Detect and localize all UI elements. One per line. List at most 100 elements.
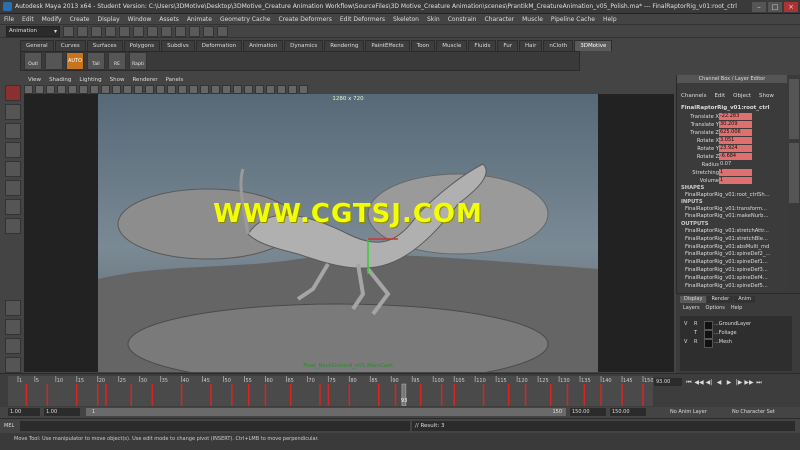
channel-menu-channels[interactable]: Channels [677, 93, 710, 99]
lights-icon[interactable] [189, 84, 198, 94]
channel-menu-object[interactable]: Object [729, 93, 755, 99]
output-node[interactable]: FinalRaptorRig_v01:spineDef3... [685, 267, 768, 273]
output-node[interactable]: FinalRaptorRig_v01:stretchBle... [685, 236, 768, 242]
shelf-tab-3dmotive[interactable]: 3DMotive [574, 40, 613, 51]
menu-assets[interactable]: Assets [155, 16, 183, 23]
command-input[interactable] [20, 421, 410, 431]
channel-attr-value[interactable]: 0.07 [719, 161, 752, 168]
hud-icon[interactable] [244, 84, 253, 94]
channel-attr-row[interactable]: Volume 1 [677, 177, 789, 185]
layer-row[interactable]: V R ...GroundLayer [680, 320, 792, 330]
shelf-tab-fur[interactable]: Fur [497, 40, 519, 51]
viewport[interactable]: 1280 x 720 WWW.CGTSJ.COM Final_BackGroun… [24, 94, 674, 372]
channel-menu-show[interactable]: Show [755, 93, 778, 99]
keyframe-marker[interactable] [151, 384, 153, 406]
script-language-toggle[interactable]: MEL [4, 421, 14, 431]
menu-set-dropdown[interactable]: Animation [6, 25, 60, 37]
panel-menu-shading[interactable]: Shading [45, 77, 75, 83]
layer-type-toggle[interactable]: T [694, 329, 697, 338]
output-node[interactable]: FinalRaptorRig_v01:absMulti_md [685, 244, 769, 250]
keyframe-marker[interactable] [482, 384, 485, 406]
anti-alias-icon[interactable] [288, 84, 297, 94]
shelf-tab-deformation[interactable]: Deformation [195, 40, 243, 51]
keyframe-marker[interactable] [453, 384, 455, 406]
layer-visibility-toggle[interactable]: V [684, 338, 687, 347]
keyframe-marker[interactable] [130, 384, 133, 406]
keyframe-marker[interactable] [96, 384, 99, 406]
single-perspective-layout-icon[interactable] [5, 300, 21, 316]
shelf-tab-polygons[interactable]: Polygons [123, 40, 161, 51]
keyframe-marker[interactable] [348, 384, 351, 406]
output-node[interactable]: FinalRaptorRig_v01:spineDef4... [685, 275, 768, 281]
shelf-button-outl[interactable]: Outl [24, 52, 42, 70]
keyframe-marker[interactable] [642, 384, 644, 406]
manipulator-tool-icon[interactable] [5, 199, 21, 215]
shelf-tab-muscle[interactable]: Muscle [436, 40, 468, 51]
scale-tool-icon[interactable] [5, 180, 21, 196]
layer-menu-layers[interactable]: Layers [680, 305, 703, 311]
layer-tab-anim[interactable]: Anim [734, 296, 756, 303]
menu-muscle[interactable]: Muscle [518, 16, 547, 23]
keyframe-marker[interactable] [105, 384, 107, 406]
snap-point-icon[interactable] [175, 25, 186, 37]
keyframe-marker[interactable] [549, 384, 552, 406]
textured-icon[interactable] [178, 84, 187, 94]
render-icon[interactable] [189, 25, 200, 37]
shelf-button-re[interactable]: RE [108, 52, 126, 70]
input-node[interactable]: FinalRaptorRig_v01:transform... [685, 206, 767, 212]
current-frame-field[interactable]: 93.00 [654, 378, 682, 386]
step-back-key-button[interactable]: ◀◀ [694, 378, 704, 388]
wireframe-on-shaded-icon[interactable] [167, 84, 176, 94]
select-component-icon[interactable] [133, 25, 144, 37]
shelf-button-icon-1[interactable] [45, 52, 63, 70]
keyframe-marker[interactable] [394, 384, 397, 406]
shelf-tab-curves[interactable]: Curves [54, 40, 86, 51]
layer-type-toggle[interactable]: R [694, 338, 697, 347]
keyframe-marker[interactable] [440, 384, 443, 406]
menu-constrain[interactable]: Constrain [444, 16, 481, 23]
maximize-button[interactable]: □ [768, 1, 782, 12]
shelf-tab-fluids[interactable]: Fluids [468, 40, 497, 51]
channel-attr-row[interactable]: Translate Z 625.006 [677, 129, 789, 137]
keyframe-marker[interactable] [524, 384, 527, 406]
menu-geometry-cache[interactable]: Geometry Cache [216, 16, 274, 23]
panel-menu-lighting[interactable]: Lighting [75, 77, 105, 83]
channel-attr-row[interactable]: Translate X -22.283 [677, 113, 789, 121]
select-tool-icon[interactable] [5, 85, 21, 101]
channel-attr-row[interactable]: Translate Y 30.209 [677, 121, 789, 129]
output-node[interactable]: FinalRaptorRig_v01:stretchAttr... [685, 228, 769, 234]
film-gate-icon[interactable] [79, 84, 88, 94]
channel-attr-value[interactable]: -6.684 [719, 153, 752, 160]
keyframe-marker[interactable] [566, 384, 569, 406]
shelf-button-auto[interactable]: AUTO [66, 52, 84, 70]
select-hierarchy-icon[interactable] [105, 25, 116, 37]
keyframe-marker[interactable] [180, 384, 183, 406]
keyframe-marker[interactable] [600, 384, 602, 406]
new-scene-icon[interactable] [63, 25, 74, 37]
layer-menu-help[interactable]: Help [728, 305, 745, 311]
shape-node[interactable]: FinalRaptorRig_v01:root_ctrlSh... [685, 192, 770, 198]
step-forward-key-button[interactable]: ▶▶ [744, 378, 754, 388]
keyframe-marker[interactable] [621, 384, 623, 406]
persp-graph-layout-icon[interactable] [5, 357, 21, 373]
layer-tab-render[interactable]: Render [707, 296, 734, 303]
minimize-button[interactable]: – [752, 1, 766, 12]
panel-menu-panels[interactable]: Panels [162, 77, 188, 83]
channel-attr-row[interactable]: Rotate Z -6.684 [677, 153, 789, 161]
layer-visibility-toggle[interactable]: V [684, 320, 687, 329]
save-scene-icon[interactable] [91, 25, 102, 37]
shelf-tab-dynamics[interactable]: Dynamics [284, 40, 324, 51]
keyframe-marker[interactable] [327, 384, 330, 406]
playback-start-field[interactable]: 1.00 [44, 408, 80, 416]
time-slider-track[interactable]: 1 5 10 15 20 25 30 35 40 45 50 55 60 65 70 75 80 85 90 95 10… [8, 376, 653, 406]
motion-blur-icon[interactable] [277, 84, 286, 94]
persp-outliner-layout-icon[interactable] [5, 338, 21, 354]
channel-attr-row[interactable]: Rotate X 3.051 [677, 137, 789, 145]
go-to-end-button[interactable]: ⏭ [754, 378, 764, 388]
shelf-tab-animation[interactable]: Animation [243, 40, 284, 51]
channel-attr-row[interactable]: Stretching 1 [677, 169, 789, 177]
keyframe-marker[interactable] [75, 384, 78, 406]
shelf-button-rapti[interactable]: Rapti [129, 52, 147, 70]
end-time-field[interactable]: 150.00 [610, 408, 646, 416]
channel-menu-edit[interactable]: Edit [710, 93, 729, 99]
